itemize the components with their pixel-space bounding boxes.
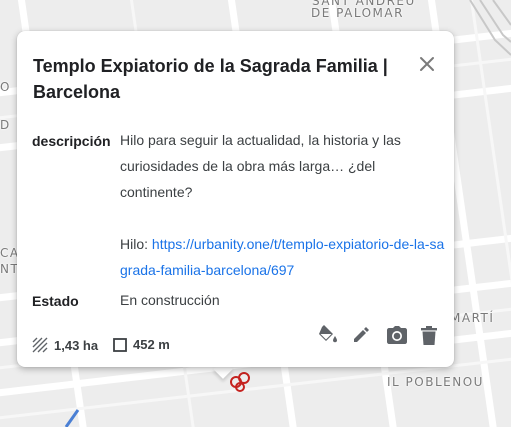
add-photo-button[interactable] — [385, 323, 409, 347]
area-measurement: 1,43 ha — [32, 337, 98, 353]
trash-icon — [421, 325, 437, 345]
popup-pointer-cover — [205, 355, 245, 365]
map-label-district: DE PALOMAR — [311, 6, 404, 20]
property-key-status: Estado — [32, 293, 79, 309]
map-label-fragment: O — [0, 80, 11, 94]
thread-prefix: Hilo: — [120, 236, 152, 252]
perimeter-measurement: 452 m — [113, 337, 170, 352]
popup-title: Templo Expiatorio de la Sagrada Familia … — [33, 56, 388, 102]
property-value-status: En construcción — [120, 292, 220, 308]
area-value: 1,43 ha — [54, 337, 99, 353]
property-key-description: descripción — [32, 133, 111, 149]
perimeter-value: 452 m — [133, 337, 170, 352]
close-button[interactable] — [414, 51, 440, 77]
thread-link[interactable]: https://urbanity.one/t/templo-expiatorio… — [120, 236, 444, 278]
edit-button[interactable] — [349, 323, 373, 347]
property-value-description: Hilo para seguir la actualidad, la histo… — [120, 127, 450, 283]
description-text: Hilo para seguir la actualidad, la histo… — [120, 132, 401, 200]
map-label-district: IL POBLENOU — [387, 375, 484, 389]
delete-button[interactable] — [417, 323, 441, 347]
map-label-district: MARTÍ — [450, 311, 495, 325]
square-outline-icon — [113, 337, 127, 352]
map-label-fragment: D — [0, 118, 11, 132]
camera-icon — [387, 326, 407, 344]
thread-line: Hilo: https://urbanity.one/t/templo-expi… — [120, 231, 450, 283]
area-hatch-icon — [32, 337, 48, 353]
style-button[interactable] — [316, 323, 340, 347]
close-icon — [420, 57, 434, 71]
paint-bucket-icon — [319, 325, 337, 343]
pencil-icon — [354, 327, 369, 342]
feature-info-popup: Templo Expiatorio de la Sagrada Familia … — [17, 31, 454, 367]
